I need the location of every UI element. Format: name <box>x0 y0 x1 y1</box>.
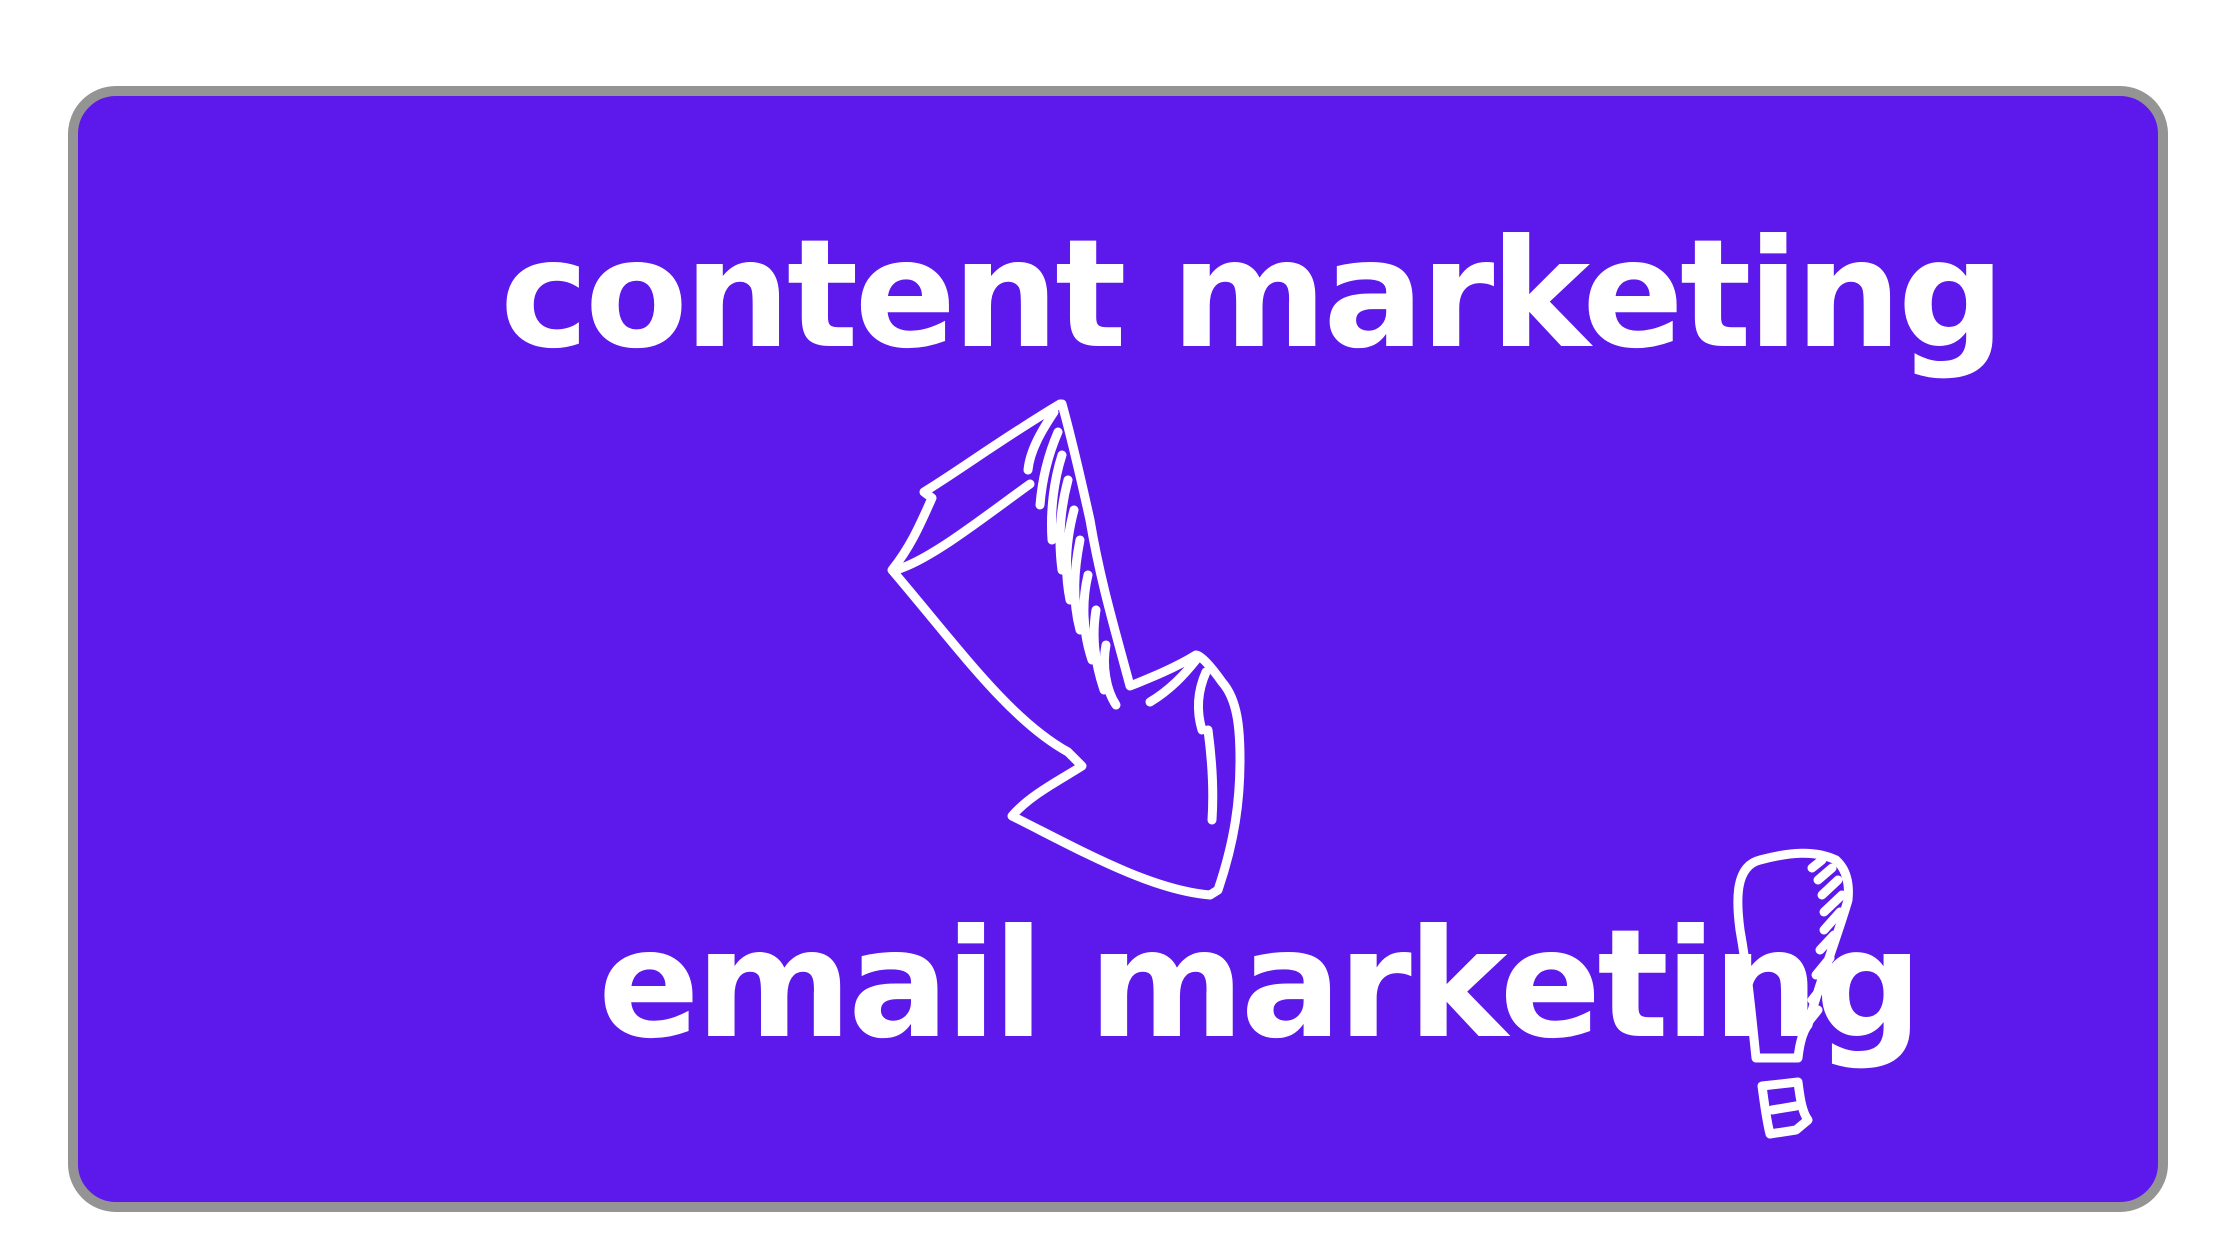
hand-drawn-exclamation-icon <box>1733 848 1853 1139</box>
